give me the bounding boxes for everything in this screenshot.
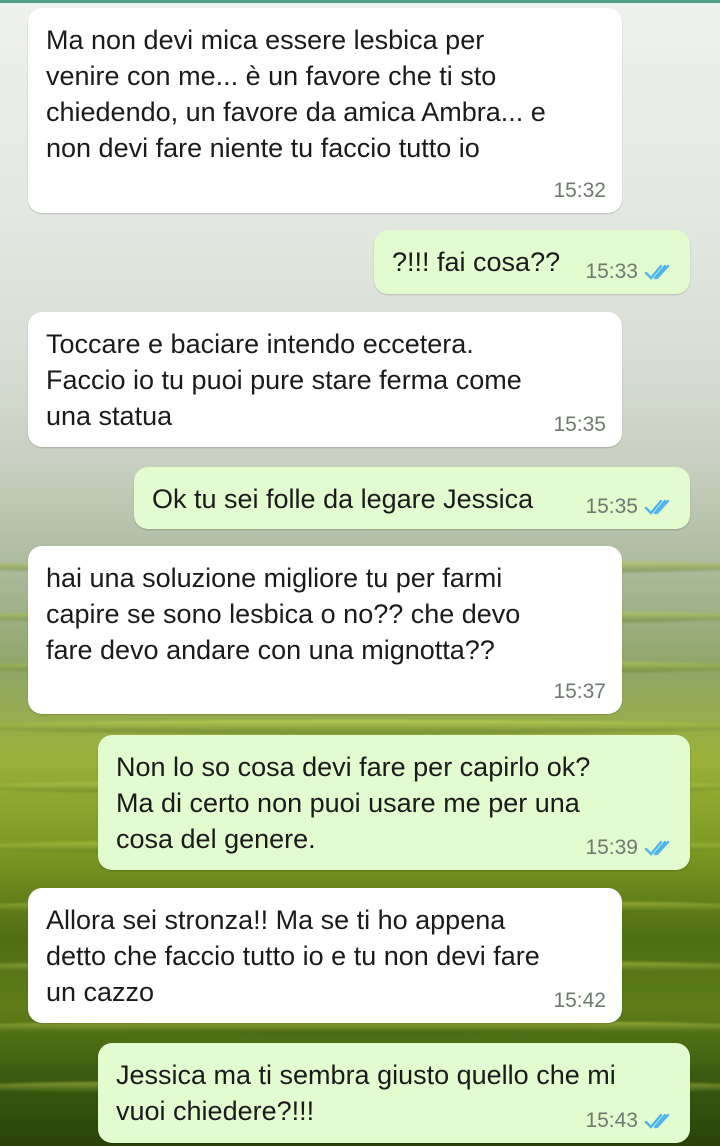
message-text: hai una soluzione migliore tu per farmi … (46, 563, 521, 665)
message-text: Ok tu sei folle da legare Jessica (152, 484, 534, 514)
message-bubble-incoming[interactable]: Allora sei stronza!! Ma se ti ho appena … (28, 888, 622, 1023)
message-time: 15:43 (585, 1109, 638, 1132)
message-text: Non lo so cosa devi fare per capirlo ok?… (116, 752, 591, 854)
message-text: Ma non devi mica essere lesbica per veni… (46, 25, 546, 163)
message-time: 15:37 (553, 680, 606, 703)
message-time: 15:33 (585, 260, 638, 283)
message-time: 15:39 (585, 836, 638, 859)
message-time: 15:42 (553, 989, 606, 1012)
conversation[interactable]: Ma non devi mica essere lesbica per veni… (0, 0, 720, 1146)
message-bubble-outgoing[interactable]: Non lo so cosa devi fare per capirlo ok?… (98, 735, 690, 870)
double-check-read-icon (644, 264, 670, 280)
double-check-read-icon (644, 840, 670, 856)
double-check-read-icon (644, 1113, 670, 1129)
message-text: Jessica ma ti sembra giusto quello che m… (116, 1060, 616, 1126)
double-check-read-icon (644, 499, 670, 515)
message-bubble-outgoing[interactable]: ?!!! fai cosa?? 15:33 (374, 230, 690, 294)
message-bubble-incoming[interactable]: Ma non devi mica essere lesbica per veni… (28, 8, 622, 213)
message-time: 15:35 (553, 413, 606, 436)
message-text: Allora sei stronza!! Ma se ti ho appena … (46, 905, 540, 1007)
message-text: ?!!! fai cosa?? (392, 247, 561, 277)
message-text: Toccare e baciare intendo eccetera. Facc… (46, 329, 522, 431)
message-bubble-incoming[interactable]: hai una soluzione migliore tu per farmi … (28, 546, 622, 714)
message-bubble-incoming[interactable]: Toccare e baciare intendo eccetera. Facc… (28, 312, 622, 447)
message-time: 15:32 (553, 179, 606, 202)
message-bubble-outgoing[interactable]: Jessica ma ti sembra giusto quello che m… (98, 1043, 690, 1143)
message-bubble-outgoing[interactable]: Ok tu sei folle da legare Jessica 15:35 (134, 467, 690, 529)
message-time: 15:35 (585, 495, 638, 518)
